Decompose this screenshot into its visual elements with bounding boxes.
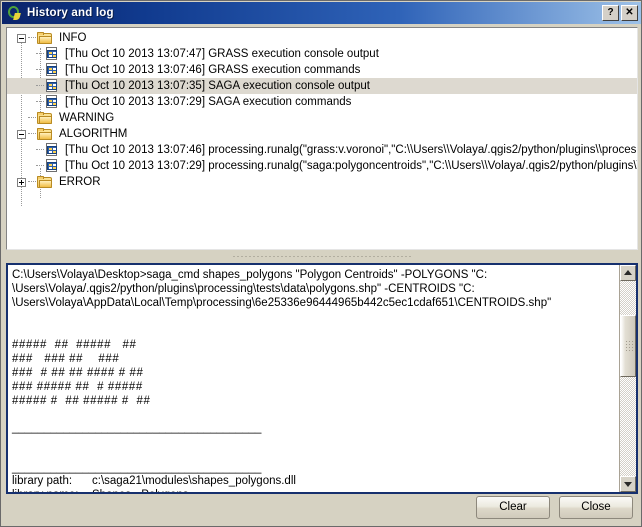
tree-group-label: ALGORITHM	[59, 128, 128, 140]
expander-plus-icon[interactable]	[17, 177, 26, 187]
scroll-up-arrow-icon-secondary[interactable]	[620, 265, 636, 281]
console-command-line: C:\Users\Volaya\Desktop>saga_cmd shapes_…	[12, 269, 488, 281]
saga-banner-line: ### ##### ## # #####	[12, 381, 143, 393]
log-entry-icon	[45, 63, 59, 77]
tree-group-label: WARNING	[59, 112, 115, 124]
console-command-line: \Users\Volaya/.qgis2/python/plugins\proc…	[12, 283, 475, 295]
tree-item[interactable]: [Thu Oct 10 2013 13:07:46] processing.ru…	[7, 142, 637, 158]
log-entry-icon	[45, 159, 59, 173]
log-tree-pane[interactable]: INFO [Thu Oct 10 2013 13:07:47] GRASS ex…	[6, 27, 638, 250]
scrollbar-thumb[interactable]	[620, 315, 636, 377]
tree-item-label: [Thu Oct 10 2013 13:07:47] GRASS executi…	[65, 48, 379, 60]
window-title: History and log	[27, 7, 114, 19]
tree-item[interactable]: [Thu Oct 10 2013 13:07:29] SAGA executio…	[7, 94, 637, 110]
tree-connector	[36, 69, 44, 71]
log-entry-icon	[45, 143, 59, 157]
folder-icon	[37, 31, 53, 45]
tree-item-label: [Thu Oct 10 2013 13:07:29] processing.ru…	[65, 160, 638, 172]
tree-item[interactable]: [Thu Oct 10 2013 13:07:47] GRASS executi…	[7, 46, 637, 62]
expander-minus-icon[interactable]	[17, 129, 26, 139]
title-bar-buttons: ? ✕	[602, 5, 640, 21]
pane-splitter[interactable]	[6, 253, 638, 259]
splitter-grip	[232, 254, 412, 258]
tree-connector	[28, 133, 36, 135]
tree-group-info[interactable]: INFO	[7, 30, 637, 46]
qgis-logo-icon	[6, 5, 22, 21]
tree-connector	[36, 165, 44, 167]
tree-item-label: [Thu Oct 10 2013 13:07:46] GRASS executi…	[65, 64, 361, 76]
console-text: C:\Users\Volaya\Desktop>saga_cmd shapes_…	[8, 265, 619, 492]
history-and-log-dialog: History and log ? ✕ INFO [Thu Oct 10 201…	[0, 0, 642, 527]
scrollbar-grip-icon	[625, 340, 633, 351]
scroll-down-arrow-icon[interactable]	[620, 476, 636, 492]
info-value: c:\saga21\modules\shapes_polygons.dll	[92, 475, 296, 487]
tree-item-label: [Thu Oct 10 2013 13:07:29] SAGA executio…	[65, 96, 352, 108]
separator-rule-bottom: _______________________________________	[12, 462, 262, 474]
saga-banner-line: ### ### ## ###	[12, 353, 120, 365]
tree-item[interactable]: [Thu Oct 10 2013 13:07:29] processing.ru…	[7, 158, 637, 174]
console-command-line: \Users\Volaya\AppData\Local\Temp\process…	[12, 297, 552, 309]
saga-banner-line: ##### # ## ##### # ##	[12, 395, 151, 407]
console-output-pane[interactable]: C:\Users\Volaya\Desktop>saga_cmd shapes_…	[6, 263, 638, 494]
tree-connector	[36, 53, 44, 55]
tree-item-label: [Thu Oct 10 2013 13:07:35] SAGA executio…	[65, 80, 370, 92]
help-button[interactable]: ?	[602, 5, 619, 21]
tree-connector	[28, 117, 36, 119]
tree-group-label: INFO	[59, 32, 87, 44]
tree-group-algorithm[interactable]: ALGORITHM	[7, 126, 637, 142]
tree-group-warning[interactable]: WARNING	[7, 110, 637, 126]
info-row-library-path: library path: c:\saga21\modules\shapes_p…	[12, 474, 615, 488]
folder-icon	[37, 111, 53, 125]
info-key: library path:	[12, 475, 73, 487]
title-bar: History and log ? ✕	[2, 2, 641, 24]
tree-group-label: ERROR	[59, 176, 101, 188]
dialog-button-bar: Clear Close	[1, 492, 641, 522]
saga-banner-line: ##### ## ##### ##	[12, 339, 137, 351]
tree-item-label: [Thu Oct 10 2013 13:07:46] processing.ru…	[65, 144, 638, 156]
tree-connector	[28, 181, 36, 183]
saga-banner-line: ### # ## ## #### # ##	[12, 367, 144, 379]
log-entry-icon	[45, 79, 59, 93]
clear-button[interactable]: Clear	[476, 495, 550, 519]
expander-minus-icon[interactable]	[17, 33, 26, 43]
log-entry-icon	[45, 47, 59, 61]
log-tree: INFO [Thu Oct 10 2013 13:07:47] GRASS ex…	[7, 28, 637, 206]
folder-icon	[37, 175, 53, 189]
separator-rule-top: _______________________________________	[12, 422, 262, 434]
close-icon[interactable]: ✕	[621, 5, 638, 21]
tree-connector	[36, 101, 44, 103]
console-vertical-scrollbar[interactable]	[619, 265, 636, 492]
tree-connector	[36, 85, 44, 87]
log-entry-icon	[45, 95, 59, 109]
close-button[interactable]: Close	[559, 495, 633, 519]
tree-connector	[36, 149, 44, 151]
tree-item-selected[interactable]: [Thu Oct 10 2013 13:07:35] SAGA executio…	[7, 78, 637, 94]
tree-group-error[interactable]: ERROR	[7, 174, 637, 190]
tree-connector	[28, 37, 36, 39]
tree-item[interactable]: [Thu Oct 10 2013 13:07:46] GRASS executi…	[7, 62, 637, 78]
folder-icon	[37, 127, 53, 141]
